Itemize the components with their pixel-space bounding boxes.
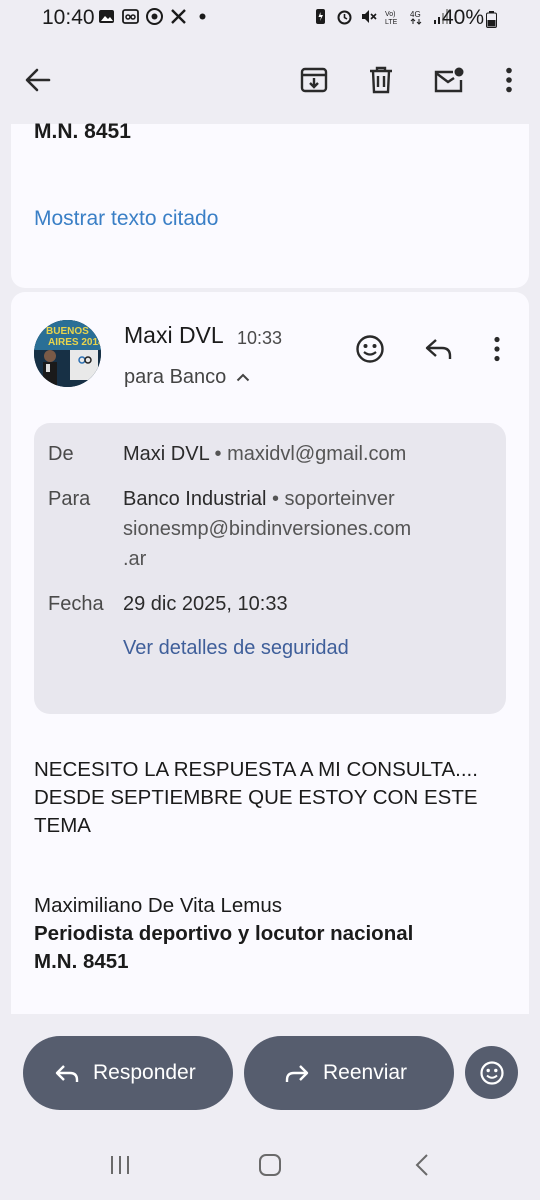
forward-label: Reenviar [323,1061,408,1084]
recipient-toggle[interactable]: para Banco [124,366,250,389]
chevron-up-icon [237,373,250,382]
message-more-button[interactable] [475,327,519,371]
recipient-summary: para Banco [124,366,227,388]
from-email[interactable]: maxidvl@gmail.com [227,443,406,465]
forward-icon [285,1065,309,1082]
mark-unread-button[interactable] [427,58,471,102]
back-arrow-icon [25,68,51,92]
delete-button[interactable] [359,58,403,102]
status-right-icons: Vo) LTE 4G [312,8,449,25]
from-value: Maxi DVL • maxidvl@gmail.com [123,439,406,469]
emoji-icon [479,1060,504,1085]
to-value: Banco Industrial • soporteinver sionesmp… [123,484,411,574]
back-nav-button[interactable] [392,1140,452,1190]
reply-label: Responder [93,1061,196,1084]
home-icon [259,1154,281,1176]
show-quoted-text-link[interactable]: Mostrar texto citado [34,207,218,231]
mute-icon [362,10,377,23]
to-email-line3[interactable]: .ar [123,544,411,574]
more-vert-icon [506,67,512,93]
from-name: Maxi DVL [123,443,209,465]
status-left-icons [98,8,211,25]
reply-action-button[interactable]: Responder [23,1036,233,1110]
4g-icon: 4G [410,10,422,25]
back-chevron-icon [415,1154,428,1176]
to-email-line1[interactable]: soporteinver [285,488,395,510]
archive-icon [300,67,328,93]
emoji-icon [356,335,384,363]
message-body: NECESITO LA RESPUESTA A MI CONSULTA.... … [34,756,514,840]
date-label: Fecha [48,593,104,615]
sender-name: Maxi DVL [124,322,224,348]
more-vert-icon [494,336,500,362]
date-value: 29 dic 2025, 10:33 [123,593,288,615]
signature-name: Maximiliano De Vita Lemus [34,894,283,917]
svg-text:BUENOS: BUENOS [46,326,89,337]
svg-text:LTE: LTE [385,19,398,25]
battery-percent: 40% [442,6,485,29]
body-line: NECESITO LA RESPUESTA A MI CONSULTA.... [34,758,478,781]
reply-icon [55,1065,79,1082]
alarm-icon [337,10,352,25]
signature-license: M.N. 8451 [34,950,129,973]
reply-icon [425,339,452,359]
previous-signature-tail: M.N. 8451 [34,120,131,143]
svg-text:4G: 4G [410,10,421,19]
security-details-link[interactable]: Ver detalles de seguridad [123,637,349,660]
previous-message-card [11,124,529,288]
separator-dot: • [271,488,285,510]
to-name: Banco Industrial [123,488,267,510]
svg-text:Vo): Vo) [385,11,396,18]
message-time: 10:33 [237,328,283,348]
gallery-icon [99,10,114,23]
emoji-reaction-button[interactable] [465,1046,518,1099]
battery-icon [486,11,497,28]
react-emoji-button[interactable] [348,327,392,371]
to-email-line2[interactable]: sionesmp@bindinversiones.com [123,514,411,544]
svg-text:AIRES 2018: AIRES 2018 [48,337,101,348]
avatar-photo: BUENOS AIRES 2018 [34,320,101,387]
delete-icon [370,66,392,94]
from-label: De [48,443,74,465]
body-line: TEMA [34,814,91,837]
more-options-button[interactable] [487,58,531,102]
signature-title: Periodista deportivo y locutor nacional [34,922,414,945]
back-button[interactable] [16,58,60,102]
x-icon [171,9,186,24]
dot-icon [199,13,206,20]
body-line: DESDE SEPTIEMBRE QUE ESTOY CON ESTE [34,786,478,809]
reply-button[interactable] [417,327,461,371]
recent-apps-icon [111,1156,129,1174]
to-label: Para [48,488,91,510]
status-time: 10:40 [42,6,95,29]
archive-button[interactable] [292,58,336,102]
chrome-icon [146,8,163,25]
home-button[interactable] [240,1140,300,1190]
volte-icon: Vo)LTE [385,11,398,25]
separator-dot: • [214,443,228,465]
mark-unread-icon [434,67,464,93]
forward-action-button[interactable]: Reenviar [244,1036,454,1110]
recent-apps-button[interactable] [90,1140,150,1190]
data-saver-icon [316,9,325,24]
avatar[interactable]: BUENOS AIRES 2018 [34,320,101,387]
voicemail-icon [122,9,139,24]
